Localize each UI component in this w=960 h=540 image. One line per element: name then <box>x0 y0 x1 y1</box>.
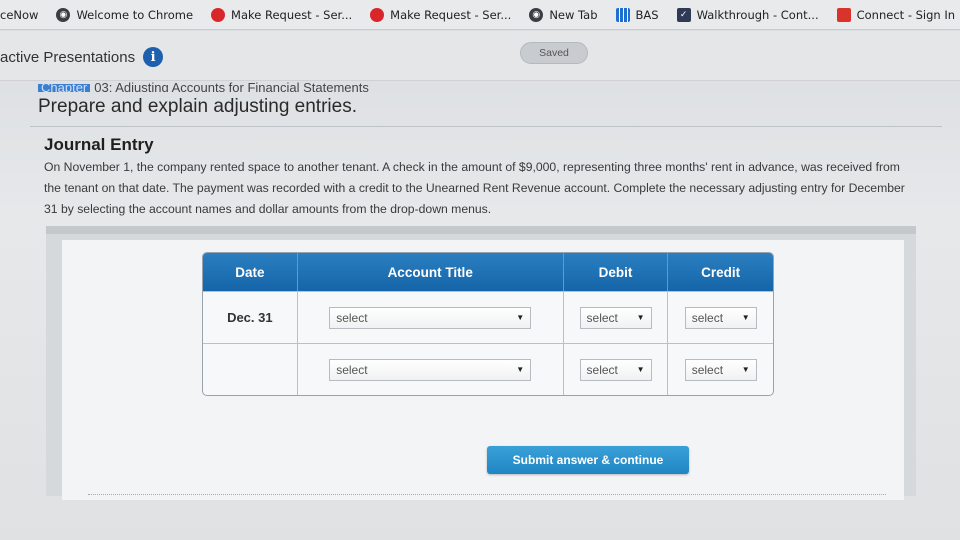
select-value: select <box>336 362 368 377</box>
header-date: Date <box>203 253 298 291</box>
bookmark-label: Make Request - Ser... <box>231 7 353 22</box>
bookmark-bas[interactable]: BAS <box>615 7 659 22</box>
dropdown-arrow-icon: ▼ <box>741 365 750 374</box>
table-header: Date Account Title Debit Credit <box>203 253 773 291</box>
select-value: select <box>691 362 724 377</box>
grid-icon <box>615 7 630 22</box>
bookmark-label: Make Request - Ser... <box>390 7 512 22</box>
submit-answer-button[interactable]: Submit answer & continue <box>487 446 689 474</box>
bookmark-make-request-1[interactable]: Make Request - Ser... <box>211 7 353 22</box>
account-cell: select ▼ <box>298 344 564 395</box>
dropdown-arrow-icon: ▼ <box>516 365 525 374</box>
bookmark-label: Walkthrough - Cont... <box>696 7 819 22</box>
journal-entry-title: Journal Entry <box>44 135 154 154</box>
account-title-select[interactable]: select ▼ <box>329 306 532 329</box>
date-cell: Dec. 31 <box>203 292 298 343</box>
bookmark-label: Connect - Sign In <box>856 7 956 22</box>
credit-select[interactable]: select ▼ <box>684 358 757 381</box>
red-dot-icon <box>211 7 226 22</box>
assignment-header: active Presentations i Saved <box>0 31 960 81</box>
globe-icon: ◉ <box>529 7 544 22</box>
problem-description: On November 1, the company rented space … <box>44 160 905 216</box>
header-credit: Credit <box>701 264 741 280</box>
debit-select[interactable]: select ▼ <box>579 306 652 329</box>
credit-cell: select ▼ <box>668 292 773 343</box>
red-dot-icon <box>370 7 385 22</box>
dropdown-arrow-icon: ▼ <box>741 313 750 322</box>
globe-icon: ◉ <box>56 7 71 22</box>
bookmark-label: ceNow <box>0 7 39 22</box>
info-icon[interactable]: i <box>143 47 164 67</box>
bookmarks-bar: ceNow ◉ Welcome to Chrome Make Request -… <box>0 0 960 30</box>
bookmark-connect[interactable]: Connect - Sign In <box>836 7 956 22</box>
dropdown-arrow-icon: ▼ <box>636 365 645 374</box>
date-cell <box>203 344 298 395</box>
section-title: active Presentations i <box>0 47 164 67</box>
select-value: select <box>586 362 618 377</box>
divider <box>30 126 942 127</box>
bookmark-label: BAS <box>635 7 659 22</box>
debit-cell: select ▼ <box>564 344 669 395</box>
table-row: select ▼ select ▼ select ▼ <box>203 343 773 395</box>
learning-objective: Prepare and explain adjusting entries. <box>38 96 357 117</box>
table-row: Dec. 31 select ▼ select ▼ select ▼ <box>203 291 773 343</box>
chapter-title: 03: Adjusting Accounts for Financial Sta… <box>94 80 369 92</box>
account-cell: select ▼ <box>298 292 564 343</box>
section-title-text: active Presentations <box>0 48 136 66</box>
chapter-tag: Chapter <box>38 81 91 92</box>
bookmark-label: Welcome to Chrome <box>76 7 194 22</box>
dropdown-arrow-icon: ▼ <box>636 313 645 322</box>
bookmark-new-tab[interactable]: ◉ New Tab <box>529 7 598 22</box>
connect-icon <box>836 7 851 22</box>
dotted-divider <box>88 494 886 495</box>
debit-cell: select ▼ <box>564 292 669 343</box>
bookmark-cenow[interactable]: ceNow <box>0 8 38 22</box>
journal-table: Date Account Title Debit Credit Dec. 31 … <box>202 252 774 396</box>
account-title-select[interactable]: select ▼ <box>329 358 532 381</box>
debit-select[interactable]: select ▼ <box>579 358 652 381</box>
header-debit: Debit <box>564 253 669 291</box>
bookmark-make-request-2[interactable]: Make Request - Ser... <box>370 7 512 22</box>
dropdown-arrow-icon: ▼ <box>516 313 525 322</box>
select-value: select <box>336 310 368 325</box>
header-account-title: Account Title <box>298 253 564 291</box>
credit-cell: select ▼ <box>668 344 773 395</box>
checkmark-icon: ✓ <box>676 7 691 22</box>
chapter-heading: Chapter 03: Adjusting Accounts for Finan… <box>38 80 369 92</box>
bookmark-welcome-chrome[interactable]: ◉ Welcome to Chrome <box>56 7 194 22</box>
saved-status-badge: Saved <box>520 42 588 64</box>
bookmark-walkthrough[interactable]: ✓ Walkthrough - Cont... <box>676 7 819 22</box>
select-value: select <box>691 310 724 325</box>
bookmark-label: New Tab <box>549 7 598 22</box>
credit-select[interactable]: select ▼ <box>684 306 757 329</box>
select-value: select <box>586 310 618 325</box>
